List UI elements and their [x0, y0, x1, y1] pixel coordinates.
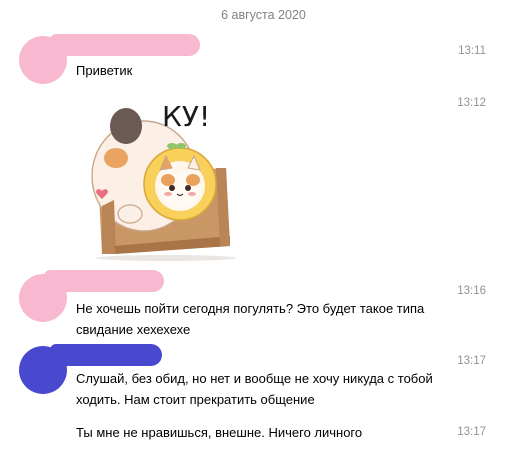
cat-sticker-image: КУ! — [91, 100, 236, 261]
message-time[interactable]: 13:17 — [457, 355, 486, 367]
message-time[interactable]: 13:16 — [457, 285, 486, 297]
message-group: 13:17 Ты мне не нравишься, внешне. Ничег… — [0, 420, 527, 446]
message-text: Слушай, без обид, но нет и вообще не хоч… — [76, 371, 433, 407]
sticker-caption: КУ! — [162, 100, 210, 133]
message-text: Приветик — [76, 63, 133, 78]
message-time[interactable]: 13:12 — [457, 97, 486, 109]
message-time[interactable]: 13:17 — [457, 426, 486, 438]
message-group: 13:11 Приветик — [0, 34, 527, 86]
date-separator: 6 августа 2020 — [221, 8, 306, 22]
sticker[interactable]: КУ! — [76, 96, 248, 262]
message-text: Ты мне не нравишься, внешне. Ничего личн… — [76, 425, 363, 440]
message-group: 13:16 Не хочешь пойти сегодня погулять? … — [0, 270, 527, 337]
sender-name[interactable] — [44, 270, 164, 292]
sender-name[interactable] — [50, 34, 200, 56]
message-time[interactable]: 13:11 — [458, 45, 486, 57]
sender-name[interactable] — [50, 344, 162, 366]
message-group: 13:17 Слушай, без обид, но нет и вообще … — [0, 344, 527, 407]
message-text: Не хочешь пойти сегодня погулять? Это бу… — [76, 301, 425, 337]
